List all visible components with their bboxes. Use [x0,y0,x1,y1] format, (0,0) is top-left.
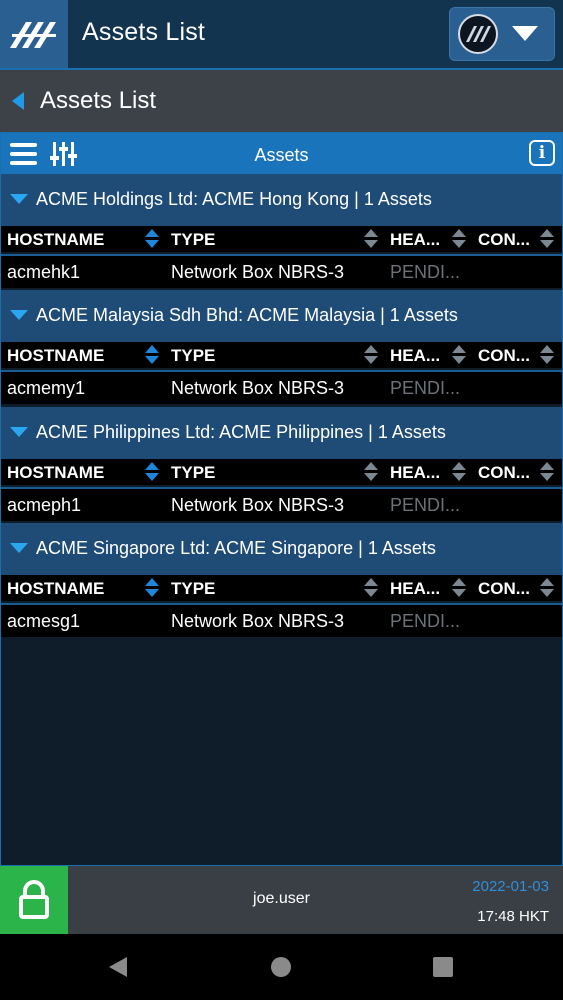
panel-title: Assets [254,145,309,165]
cell-hostname: acmehk1 [7,262,81,282]
group-label: ACME Philippines Ltd: ACME Philippines |… [36,422,446,442]
nav-home-icon[interactable] [271,957,291,977]
column-connection[interactable]: CON... [478,230,530,250]
cell-type: Network Box NBRS-3 [171,495,345,515]
sort-icon[interactable] [145,345,159,365]
group-label: ACME Singapore Ltd: ACME Singapore | 1 A… [36,538,436,558]
column-header-row: HOSTNAME TYPE HEA... CON... [1,575,562,601]
column-header-row: HOSTNAME TYPE HEA... CON... [1,459,562,485]
column-health[interactable]: HEA... [390,463,440,483]
sort-icon[interactable] [540,345,554,365]
brand-badge-icon [458,14,498,54]
column-health[interactable]: HEA... [390,230,440,250]
cell-type: Network Box NBRS-3 [171,611,345,631]
cell-health: PENDI... [390,378,461,398]
breadcrumb: Assets List [0,70,563,132]
table-row[interactable]: acmeph1 Network Box NBRS-3 PENDI... [1,487,562,521]
caret-down-icon [10,194,28,204]
breadcrumb-title[interactable]: Assets List [40,87,156,115]
sort-icon[interactable] [540,462,554,482]
app-title: Assets List [82,18,206,46]
group-label: ACME Malaysia Sdh Bhd: ACME Malaysia | 1… [36,305,458,325]
column-hostname[interactable]: HOSTNAME [7,230,104,250]
sort-icon[interactable] [452,578,466,598]
column-hostname[interactable]: HOSTNAME [7,579,104,599]
chevron-down-icon [512,26,538,41]
top-bar: Assets List [0,0,563,70]
sort-icon[interactable] [540,229,554,249]
sort-icon[interactable] [145,578,159,598]
caret-down-icon [10,543,28,553]
brand-menu-button[interactable] [449,7,555,61]
group-header[interactable]: ACME Philippines Ltd: ACME Philippines |… [1,407,562,459]
cell-hostname: acmesg1 [7,611,81,631]
column-header-row: HOSTNAME TYPE HEA... CON... [1,226,562,252]
sort-icon[interactable] [364,345,378,365]
cell-type: Network Box NBRS-3 [171,378,345,398]
app-logo-icon[interactable] [0,0,68,68]
group-header[interactable]: ACME Singapore Ltd: ACME Singapore | 1 A… [1,523,562,575]
column-health[interactable]: HEA... [390,346,440,366]
sort-icon[interactable] [540,578,554,598]
column-connection[interactable]: CON... [478,346,530,366]
sort-icon[interactable] [145,462,159,482]
column-connection[interactable]: CON... [478,463,530,483]
sort-icon[interactable] [452,229,466,249]
footer-bar: joe.user 2022-01-03 17:48 HKT [0,866,563,934]
column-type[interactable]: TYPE [171,579,215,599]
group-label: ACME Holdings Ltd: ACME Hong Kong | 1 As… [36,189,432,209]
group-header[interactable]: ACME Holdings Ltd: ACME Hong Kong | 1 As… [1,174,562,226]
caret-down-icon [10,427,28,437]
sort-icon[interactable] [145,229,159,249]
sort-icon[interactable] [364,462,378,482]
column-hostname[interactable]: HOSTNAME [7,463,104,483]
nav-recents-icon[interactable] [433,957,453,977]
column-connection[interactable]: CON... [478,579,530,599]
cell-health: PENDI... [390,262,461,282]
assets-panel: Assets i ACME Holdings Ltd: ACME Hong Ko… [0,132,563,866]
date: 2022-01-03 [472,878,549,895]
sort-icon[interactable] [452,462,466,482]
column-header-row: HOSTNAME TYPE HEA... CON... [1,342,562,368]
column-hostname[interactable]: HOSTNAME [7,346,104,366]
column-health[interactable]: HEA... [390,579,440,599]
sort-icon[interactable] [364,229,378,249]
sort-icon[interactable] [452,345,466,365]
cell-health: PENDI... [390,611,461,631]
cell-hostname: acmemy1 [7,378,86,398]
time: 17:48 HKT [477,908,549,925]
panel-header: Assets i [1,133,562,174]
table-row[interactable]: acmemy1 Network Box NBRS-3 PENDI... [1,370,562,404]
back-arrow-icon[interactable] [12,92,24,110]
cell-health: PENDI... [390,495,461,515]
caret-down-icon [10,310,28,320]
sort-icon[interactable] [364,578,378,598]
nav-back-icon[interactable] [109,957,127,977]
table-row[interactable]: acmesg1 Network Box NBRS-3 PENDI... [1,603,562,637]
cell-type: Network Box NBRS-3 [171,262,345,282]
info-icon[interactable]: i [529,140,555,166]
group-header[interactable]: ACME Malaysia Sdh Bhd: ACME Malaysia | 1… [1,290,562,342]
table-row[interactable]: acmehk1 Network Box NBRS-3 PENDI... [1,254,562,288]
column-type[interactable]: TYPE [171,230,215,250]
column-type[interactable]: TYPE [171,346,215,366]
system-nav-bar [0,934,563,1000]
cell-hostname: acmeph1 [7,495,82,515]
column-type[interactable]: TYPE [171,463,215,483]
